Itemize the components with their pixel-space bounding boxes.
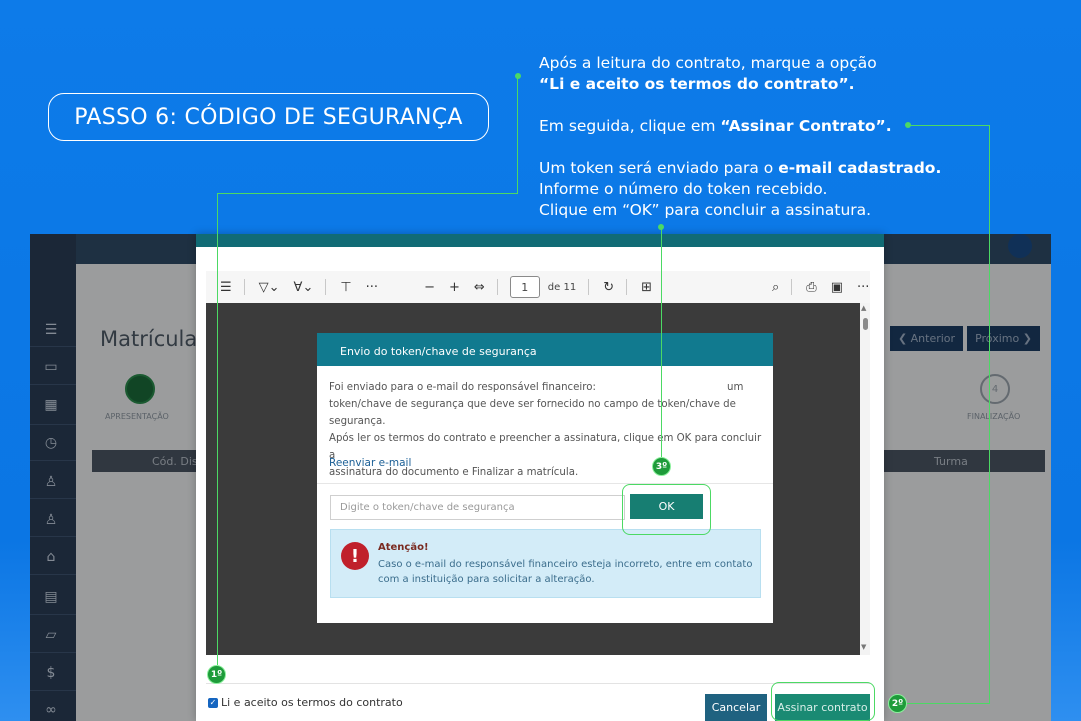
accept-terms-checkbox-row[interactable]: ✓ Li e aceito os termos do contrato xyxy=(208,696,403,709)
callout-1-line xyxy=(217,193,518,194)
token-input[interactable]: Digite o token/chave de segurança xyxy=(330,495,625,520)
save-icon[interactable]: ▣ xyxy=(831,280,843,295)
toolbar-separator xyxy=(626,279,628,295)
modal-message-line-1-start: Foi enviado para o e-mail do responsável… xyxy=(329,382,596,393)
toolbar-separator xyxy=(325,279,327,295)
instruction-line-1: Após a leitura do contrato, marque a opç… xyxy=(539,54,877,72)
modal-message-line-2: token/chave de segurança que deve ser fo… xyxy=(329,399,736,427)
modal-message-line-1: Foi enviado para o e-mail do responsável… xyxy=(329,379,765,396)
scroll-up-arrow-icon[interactable]: ▲ xyxy=(861,304,866,312)
scrollbar[interactable] xyxy=(860,303,870,655)
cancel-button[interactable]: Cancelar xyxy=(705,694,767,721)
instruction-line-2: “Li e aceito os termos do contrato”. xyxy=(539,74,941,95)
page-number-input[interactable]: 1 xyxy=(509,276,540,298)
accept-terms-label: Li e aceito os termos do contrato xyxy=(221,696,403,709)
callout-1-anchor xyxy=(515,73,521,79)
page-total: de 11 xyxy=(547,281,577,293)
more-tools-icon[interactable]: ··· xyxy=(366,280,378,295)
text-icon[interactable]: ⊤ xyxy=(340,280,351,295)
page-view-icon[interactable]: ⊞ xyxy=(641,280,652,295)
callout-3-line xyxy=(661,227,662,457)
callout-2-line xyxy=(908,125,990,126)
highlight-icon[interactable]: ▽⌄ xyxy=(259,280,280,295)
instruction-line-3: Em seguida, clique em “Assinar Contrato”… xyxy=(539,116,941,137)
instruction-line-4: Um token será enviado para o e-mail cada… xyxy=(539,158,941,179)
alert-title: Atenção! xyxy=(378,542,429,553)
toolbar-separator xyxy=(496,279,498,295)
callout-1-badge: 1º xyxy=(207,665,226,684)
instruction-line-6: Clique em “OK” para concluir a assinatur… xyxy=(539,201,872,219)
token-modal: Envio do token/chave de segurança Foi en… xyxy=(317,333,773,623)
modal-title: Envio do token/chave de segurança xyxy=(317,333,773,366)
callout-2-badge: 2º xyxy=(888,694,907,713)
toolbar-separator xyxy=(588,279,590,295)
draw-icon[interactable]: ∀⌄ xyxy=(294,280,314,295)
toolbar-separator xyxy=(243,279,245,295)
print-icon[interactable]: ⎙ xyxy=(806,280,816,295)
fit-page-icon[interactable]: ⇔ xyxy=(474,280,485,295)
contents-list-icon[interactable]: ☰ xyxy=(220,280,232,295)
toolbar-separator xyxy=(791,279,793,295)
sign-contract-highlight xyxy=(771,682,875,721)
callout-3-badge: 3º xyxy=(652,457,671,476)
pdf-toolbar: ☰ ▽⌄ ∀⌄ ⊤ ··· − + ⇔ 1 de 11 ↻ ⊞ ⌕ ⎙ ▣ ··… xyxy=(206,271,870,303)
callout-2-line xyxy=(905,703,990,704)
instruction-line-5: Informe o número do token recebido. xyxy=(539,180,828,198)
callout-2-line xyxy=(989,125,990,704)
step-title: PASSO 6: CÓDIGO DE SEGURANÇA xyxy=(48,93,489,141)
instruction-sign-contract: “Assinar Contrato”. xyxy=(720,117,892,135)
modal-message-line-1-end: um xyxy=(727,382,744,393)
scroll-down-arrow-icon[interactable]: ▼ xyxy=(861,643,866,651)
contract-window-header xyxy=(196,234,884,247)
warning-alert: ! Atenção! Caso o e-mail do responsável … xyxy=(330,529,761,598)
instruction-line-3-text: Em seguida, clique em xyxy=(539,117,721,135)
zoom-out-icon[interactable]: − xyxy=(424,280,435,295)
instruction-accept-terms: “Li e aceito os termos do contrato”. xyxy=(539,75,855,93)
resend-email-link[interactable]: Reenviar e-mail xyxy=(329,457,411,469)
more-options-icon[interactable]: ··· xyxy=(857,280,869,295)
scrollbar-thumb[interactable] xyxy=(863,318,868,330)
alert-message: Caso o e-mail do responsável financeiro … xyxy=(378,557,753,587)
callout-1-line xyxy=(217,193,218,665)
exclamation-icon: ! xyxy=(341,542,369,570)
alert-message-line-2: com a instituição para solicitar a alter… xyxy=(378,574,595,585)
footer-divider xyxy=(206,683,870,684)
ok-button-highlight xyxy=(622,484,711,535)
zoom-in-icon[interactable]: + xyxy=(449,280,460,295)
search-icon[interactable]: ⌕ xyxy=(772,280,779,295)
instructions: Após a leitura do contrato, marque a opç… xyxy=(539,53,941,221)
callout-1-line xyxy=(517,76,518,194)
rotate-icon[interactable]: ↻ xyxy=(603,280,614,295)
instruction-registered-email: e-mail cadastrado. xyxy=(778,159,942,177)
alert-message-line-1: Caso o e-mail do responsável financeiro … xyxy=(378,559,753,570)
accept-terms-checkbox[interactable]: ✓ xyxy=(208,697,218,708)
instruction-line-4-text: Um token será enviado para o xyxy=(539,159,779,177)
